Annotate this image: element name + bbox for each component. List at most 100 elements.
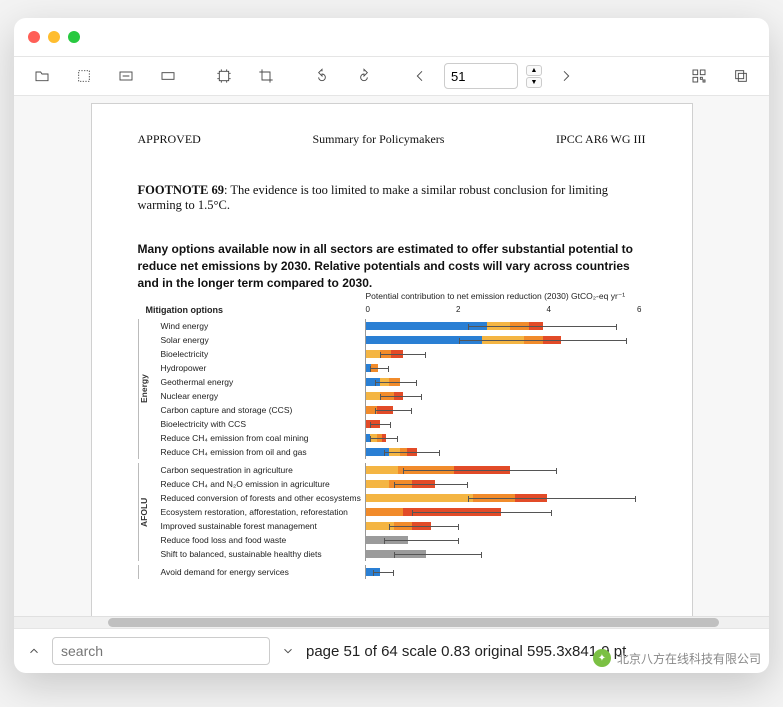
chart-row: Geothermal energy xyxy=(155,375,646,389)
minimize-window-button[interactable] xyxy=(48,31,60,43)
row-bar xyxy=(365,375,646,389)
chart-row: Carbon sequestration in agriculture xyxy=(155,463,646,477)
horizontal-scroll-thumb[interactable] xyxy=(108,618,719,627)
row-bar xyxy=(365,347,646,361)
app-window: ▲ ▼ APPROVED Summary for Policymakers IP… xyxy=(14,18,769,673)
footer-bar: page 51 of 64 scale 0.83 original 595.3x… xyxy=(14,628,769,673)
chart-left-header: Mitigation options xyxy=(138,305,366,315)
row-label: Wind energy xyxy=(155,321,365,331)
zoom-window-button[interactable] xyxy=(68,31,80,43)
chart-row: Bioelectricity with CCS xyxy=(155,417,646,431)
row-label: Bioelectricity xyxy=(155,349,365,359)
x-tick: 6 xyxy=(637,305,641,314)
chart-row: Reduce CH₄ emission from oil and gas xyxy=(155,445,646,459)
chart-row: Nuclear energy xyxy=(155,389,646,403)
chart-row: Hydropower xyxy=(155,361,646,375)
page-number-input[interactable] xyxy=(444,63,518,89)
error-bar xyxy=(370,438,398,439)
fit-width-icon[interactable] xyxy=(108,63,144,89)
page-step-up[interactable]: ▲ xyxy=(526,65,542,76)
row-bar xyxy=(365,477,646,491)
chart-row: Shift to balanced, sustainable healthy d… xyxy=(155,547,646,561)
chart-row: Avoid demand for energy services xyxy=(155,565,646,579)
row-bar xyxy=(365,333,646,347)
row-label: Reduced conversion of forests and other … xyxy=(155,493,365,503)
page-header-right: IPCC AR6 WG III xyxy=(556,132,645,147)
error-bar xyxy=(394,484,469,485)
row-label: Avoid demand for energy services xyxy=(155,567,365,577)
x-tick: 0 xyxy=(366,305,370,314)
error-bar xyxy=(380,396,422,397)
row-label: Nuclear energy xyxy=(155,391,365,401)
chart-row: Reduce food loss and food waste xyxy=(155,533,646,547)
row-label: Improved sustainable forest management xyxy=(155,521,365,531)
row-label: Bioelectricity with CCS xyxy=(155,419,365,429)
next-page-button[interactable] xyxy=(548,63,584,89)
pdf-page: APPROVED Summary for Policymakers IPCC A… xyxy=(92,104,692,616)
row-bar xyxy=(365,547,646,561)
row-label: Solar energy xyxy=(155,335,365,345)
row-label: Hydropower xyxy=(155,363,365,373)
status-text: page 51 of 64 scale 0.83 original 595.3x… xyxy=(306,643,759,660)
copy-icon[interactable] xyxy=(723,63,759,89)
landscape-icon[interactable] xyxy=(150,63,186,89)
error-bar xyxy=(384,452,440,453)
chart-row: Wind energy xyxy=(155,319,646,333)
row-label: Carbon sequestration in agriculture xyxy=(155,465,365,475)
qr-icon[interactable] xyxy=(681,63,717,89)
x-tick: 2 xyxy=(456,305,460,314)
row-bar xyxy=(365,389,646,403)
error-bar xyxy=(370,424,391,425)
row-label: Reduce CH₄ emission from oil and gas xyxy=(155,447,365,457)
page-step-down[interactable]: ▼ xyxy=(526,77,542,88)
x-tick: 4 xyxy=(547,305,551,314)
horizontal-scrollbar[interactable] xyxy=(14,616,769,628)
rotate-right-button[interactable] xyxy=(346,63,382,89)
row-label: Reduce CH₄ and N₂O emission in agricultu… xyxy=(155,479,365,489)
error-bar xyxy=(389,526,459,527)
error-bar xyxy=(403,470,557,471)
error-bar xyxy=(375,410,412,411)
error-bar xyxy=(468,498,636,499)
error-bar xyxy=(375,382,417,383)
row-bar xyxy=(365,431,646,445)
row-label: Geothermal energy xyxy=(155,377,365,387)
prev-page-button[interactable] xyxy=(402,63,438,89)
mitigation-options-chart: Mitigation options Potential contributio… xyxy=(138,305,646,579)
row-bar xyxy=(365,445,646,459)
chart-row: Reduce CH₄ emission from coal mining xyxy=(155,431,646,445)
chart-row: Carbon capture and storage (CCS) xyxy=(155,403,646,417)
row-bar xyxy=(365,505,646,519)
open-file-button[interactable] xyxy=(24,63,60,89)
select-area-icon[interactable] xyxy=(66,63,102,89)
rotate-left-button[interactable] xyxy=(304,63,340,89)
close-window-button[interactable] xyxy=(28,31,40,43)
sector-label: AFOLU xyxy=(138,463,155,561)
traffic-lights xyxy=(28,31,80,43)
row-bar xyxy=(365,533,646,547)
bar-segment xyxy=(366,392,380,400)
row-label: Ecosystem restoration, afforestation, re… xyxy=(155,507,365,517)
error-bar xyxy=(394,554,483,555)
titlebar[interactable] xyxy=(14,18,769,57)
row-bar xyxy=(365,565,646,579)
chart-axis-title: Potential contribution to net emission r… xyxy=(366,291,646,302)
crop-icon[interactable] xyxy=(248,63,284,89)
chart-row: Bioelectricity xyxy=(155,347,646,361)
bar-segment xyxy=(366,480,389,488)
row-bar xyxy=(365,417,646,431)
error-bar xyxy=(373,572,394,573)
search-prev-button[interactable] xyxy=(24,641,44,661)
page-stepper: ▲ ▼ xyxy=(526,65,542,88)
bar-segment xyxy=(366,508,403,516)
row-bar xyxy=(365,519,646,533)
frame-icon[interactable] xyxy=(206,63,242,89)
error-bar xyxy=(468,326,617,327)
search-next-button[interactable] xyxy=(278,641,298,661)
chart-row: Ecosystem restoration, afforestation, re… xyxy=(155,505,646,519)
search-input[interactable] xyxy=(52,637,270,665)
document-viewport[interactable]: APPROVED Summary for Policymakers IPCC A… xyxy=(14,96,769,616)
page-header-center: Summary for Policymakers xyxy=(312,132,444,147)
page-header-left: APPROVED xyxy=(138,132,201,147)
row-bar xyxy=(365,319,646,333)
